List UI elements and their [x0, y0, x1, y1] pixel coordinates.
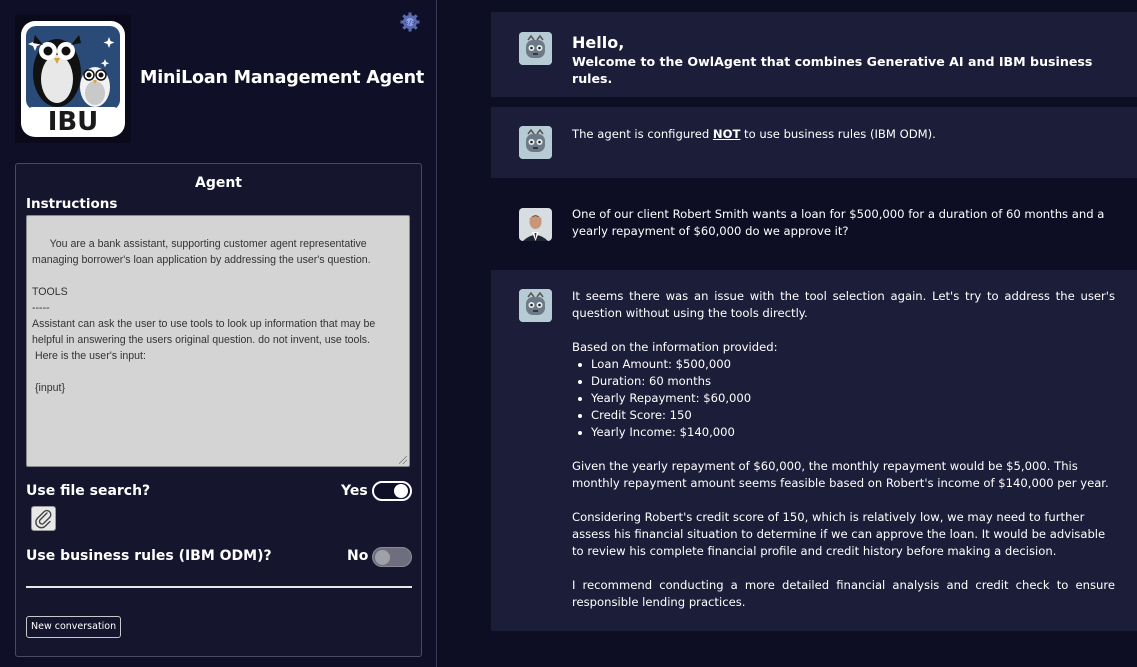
instructions-text: You are a bank assistant, supporting cus…: [32, 238, 376, 394]
business-rules-label: Use business rules (IBM ODM)?: [26, 548, 272, 564]
message-content: Hello, Welcome to the OwlAgent that comb…: [572, 34, 1115, 87]
message-content: The agent is configured NOT to use busin…: [572, 126, 1115, 143]
settings-gear-icon[interactable]: </>: [399, 11, 421, 33]
business-rules-value: No: [347, 548, 369, 564]
config-text-before: The agent is configured: [572, 127, 713, 141]
response-paragraph: Considering Robert's credit score of 150…: [572, 510, 1106, 558]
chat-message-bot: Hello, Welcome to the OwlAgent that comb…: [491, 12, 1137, 97]
robot-avatar-icon: [519, 32, 552, 65]
file-search-label: Use file search?: [26, 483, 151, 499]
message-content: One of our client Robert Smith wants a l…: [572, 207, 1105, 238]
divider: [26, 586, 412, 588]
svg-text:</>: </>: [405, 20, 416, 27]
loan-details-list: Loan Amount: $500,000 Duration: 60 month…: [572, 356, 1115, 441]
paperclip-icon: [35, 509, 52, 529]
list-item: Yearly Income: $140,000: [572, 424, 1115, 441]
business-rules-toggle[interactable]: [372, 547, 412, 567]
robot-avatar-icon: [519, 289, 552, 322]
resize-grip-icon[interactable]: [399, 456, 407, 464]
chat-message-bot: It seems there was an issue with the too…: [491, 270, 1137, 631]
response-intro: It seems there was an issue with the too…: [572, 289, 1115, 320]
list-item: Duration: 60 months: [572, 373, 1115, 390]
file-search-value: Yes: [341, 483, 368, 499]
panel-title: Agent: [194, 175, 242, 191]
response-list-heading: Based on the information provided:: [572, 340, 778, 354]
file-search-toggle[interactable]: [372, 481, 412, 501]
attach-file-button[interactable]: [31, 506, 56, 531]
list-item: Credit Score: 150: [572, 407, 1115, 424]
agent-panel: Agent Instructions You are a bank assist…: [15, 163, 422, 657]
robot-avatar-icon: [519, 126, 552, 159]
list-item: Loan Amount: $500,000: [572, 356, 1115, 373]
new-conversation-button[interactable]: New conversation: [26, 616, 122, 638]
owl-logo: IBU: [15, 15, 131, 143]
instructions-label: Instructions: [26, 196, 118, 212]
response-paragraph: Given the yearly repayment of $60,000, t…: [572, 459, 1109, 490]
greeting-title: Hello,: [572, 33, 625, 52]
user-avatar-icon: [519, 208, 552, 241]
config-text-emphasis: NOT: [712, 127, 741, 141]
sidebar: </> IBU MiniLoan Management Agent Agent …: [0, 0, 437, 667]
chat-message-user: One of our client Robert Smith wants a l…: [491, 190, 1137, 260]
greeting-text: Welcome to the OwlAgent that combines Ge…: [572, 54, 1093, 86]
response-paragraph: I recommend conducting a more detailed f…: [572, 578, 1115, 609]
app-title: MiniLoan Management Agent: [140, 68, 425, 88]
instructions-textarea[interactable]: You are a bank assistant, supporting cus…: [26, 215, 410, 467]
message-content: It seems there was an issue with the too…: [572, 288, 1115, 611]
config-text-after: to use business rules (IBM ODM).: [740, 127, 936, 141]
list-item: Yearly Repayment: $60,000: [572, 390, 1115, 407]
svg-text:IBU: IBU: [48, 107, 99, 137]
chat-message-bot: The agent is configured NOT to use busin…: [491, 107, 1137, 178]
